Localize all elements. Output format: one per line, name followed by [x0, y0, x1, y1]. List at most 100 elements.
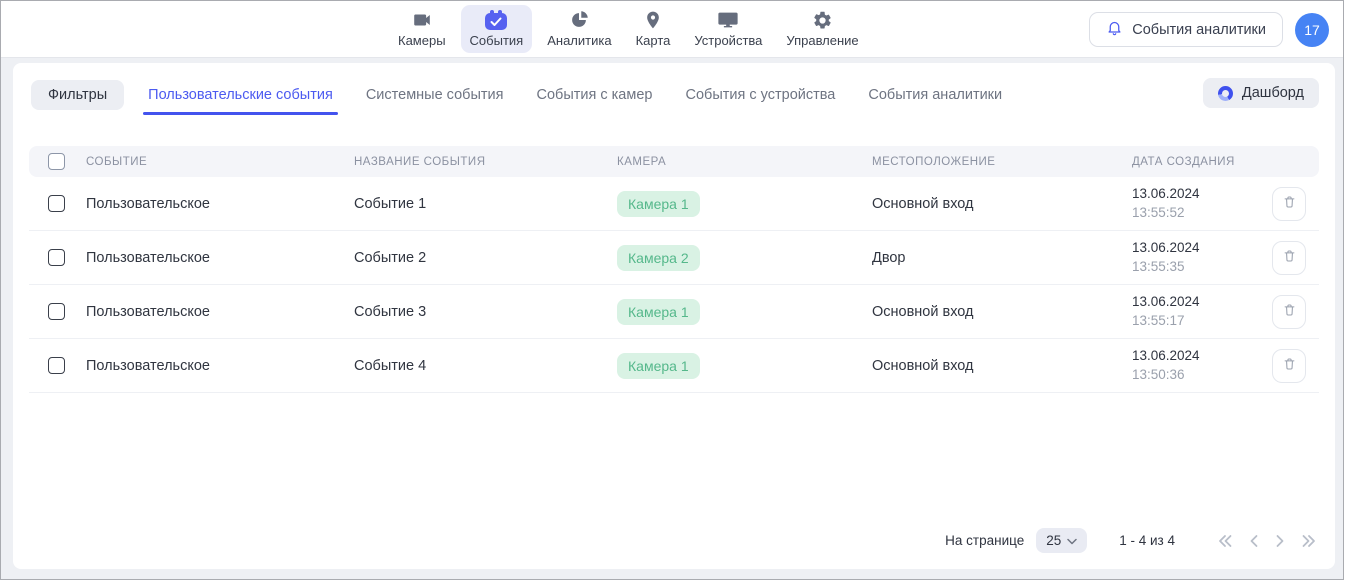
camera-badge[interactable]: Камера 2	[617, 245, 700, 271]
analytics-icon	[568, 10, 590, 30]
topbar-right: События аналитики 17	[1089, 12, 1329, 47]
event-name-cell: Событие 1	[354, 196, 617, 212]
date-value: 13.06.2024	[1132, 185, 1259, 203]
nav-label: Карта	[636, 33, 671, 48]
nav-item-analytics[interactable]: Аналитика	[538, 5, 620, 53]
dashboard-label: Дашборд	[1242, 85, 1304, 101]
camera-badge[interactable]: Камера 1	[617, 353, 700, 379]
nav-item-events[interactable]: События	[461, 5, 533, 53]
delete-row-button[interactable]	[1272, 349, 1306, 383]
camera-cell: Камера 1	[617, 299, 872, 325]
prev-page-icon[interactable]	[1249, 534, 1259, 548]
row-checkbox[interactable]	[48, 249, 65, 266]
column-header-event: СОБЫТИЕ	[86, 156, 354, 168]
column-header-name: НАЗВАНИЕ СОБЫТИЯ	[354, 156, 617, 168]
nav-label: Устройства	[694, 33, 762, 48]
avatar[interactable]: 17	[1295, 13, 1329, 47]
camera-cell: Камера 2	[617, 245, 872, 271]
nav-item-devices[interactable]: Устройства	[685, 5, 771, 53]
nav-label: События	[470, 33, 524, 48]
table-row: Пользовательское Событие 1 Камера 1 Осно…	[29, 177, 1319, 231]
events-table: СОБЫТИЕ НАЗВАНИЕ СОБЫТИЯ КАМЕРА МЕСТОПОЛ…	[29, 146, 1319, 393]
location-cell: Основной вход	[872, 196, 1132, 212]
trash-icon	[1282, 248, 1297, 267]
time-value: 13:55:17	[1132, 312, 1259, 330]
analytics-events-button[interactable]: События аналитики	[1089, 12, 1283, 47]
location-cell: Основной вход	[872, 304, 1132, 320]
settings-icon	[812, 10, 833, 30]
event-type-cell: Пользовательское	[86, 196, 354, 212]
dashboard-button[interactable]: Дашборд	[1203, 78, 1319, 108]
date-value: 13.06.2024	[1132, 347, 1259, 365]
nav-label: Управление	[786, 33, 858, 48]
tab-row: Фильтры Пользовательские события Системн…	[31, 78, 1319, 112]
date-cell: 13.06.2024 13:55:52	[1132, 185, 1259, 221]
tab-user-events[interactable]: Пользовательские события	[148, 87, 333, 103]
per-page-select[interactable]: 25	[1036, 528, 1087, 553]
camera-cell: Камера 1	[617, 353, 872, 379]
time-value: 13:55:52	[1132, 204, 1259, 222]
delete-row-button[interactable]	[1272, 241, 1306, 275]
top-bar: Камеры События	[1, 1, 1343, 58]
trash-icon	[1282, 356, 1297, 375]
time-value: 13:50:36	[1132, 366, 1259, 384]
chevron-down-icon	[1067, 533, 1077, 548]
date-value: 13.06.2024	[1132, 293, 1259, 311]
table-row: Пользовательское Событие 2 Камера 2 Двор…	[29, 231, 1319, 285]
filters-button[interactable]: Фильтры	[31, 80, 124, 110]
map-icon	[643, 10, 663, 30]
camera-badge[interactable]: Камера 1	[617, 299, 700, 325]
delete-row-button[interactable]	[1272, 295, 1306, 329]
main-nav: Камеры События	[389, 1, 868, 57]
pager-controls	[1217, 534, 1317, 548]
camera-cell: Камера 1	[617, 191, 872, 217]
last-page-icon[interactable]	[1301, 534, 1317, 548]
event-type-cell: Пользовательское	[86, 358, 354, 374]
tab-device-events[interactable]: События с устройства	[685, 87, 835, 103]
range-label: 1 - 4 из 4	[1119, 533, 1175, 548]
analytics-events-label: События аналитики	[1132, 22, 1266, 38]
nav-item-management[interactable]: Управление	[777, 5, 867, 53]
date-cell: 13.06.2024 13:50:36	[1132, 347, 1259, 383]
select-all-checkbox[interactable]	[48, 153, 65, 170]
bell-icon	[1106, 19, 1123, 41]
date-cell: 13.06.2024 13:55:35	[1132, 239, 1259, 275]
trash-icon	[1282, 302, 1297, 321]
table-header: СОБЫТИЕ НАЗВАНИЕ СОБЫТИЯ КАМЕРА МЕСТОПОЛ…	[29, 146, 1319, 177]
camera-icon	[411, 10, 433, 30]
devices-icon	[717, 10, 739, 30]
table-row: Пользовательское Событие 3 Камера 1 Осно…	[29, 285, 1319, 339]
per-page-value: 25	[1046, 533, 1061, 548]
per-page-label: На странице	[945, 533, 1024, 548]
first-page-icon[interactable]	[1217, 534, 1233, 548]
event-type-cell: Пользовательское	[86, 304, 354, 320]
location-cell: Двор	[872, 250, 1132, 266]
events-card: Фильтры Пользовательские события Системн…	[13, 63, 1335, 569]
column-header-camera: КАМЕРА	[617, 156, 872, 168]
location-cell: Основной вход	[872, 358, 1132, 374]
dashboard-icon	[1218, 86, 1233, 101]
delete-row-button[interactable]	[1272, 187, 1306, 221]
tab-system-events[interactable]: Системные события	[366, 87, 504, 103]
tabs: Пользовательские события Системные событ…	[148, 87, 1002, 103]
event-name-cell: Событие 3	[354, 304, 617, 320]
event-type-cell: Пользовательское	[86, 250, 354, 266]
row-checkbox[interactable]	[48, 303, 65, 320]
trash-icon	[1282, 194, 1297, 213]
tab-camera-events[interactable]: События с камер	[536, 87, 652, 103]
nav-item-map[interactable]: Карта	[627, 5, 680, 53]
events-icon	[484, 10, 508, 30]
date-cell: 13.06.2024 13:55:17	[1132, 293, 1259, 329]
row-checkbox[interactable]	[48, 195, 65, 212]
nav-item-cameras[interactable]: Камеры	[389, 5, 455, 53]
nav-label: Камеры	[398, 33, 446, 48]
next-page-icon[interactable]	[1275, 534, 1285, 548]
app-window: Камеры События	[0, 0, 1344, 580]
nav-label: Аналитика	[547, 33, 611, 48]
row-checkbox[interactable]	[48, 357, 65, 374]
tab-analytics-events[interactable]: События аналитики	[868, 87, 1002, 103]
pagination-bar: На странице 25 1 - 4 из 4	[945, 528, 1317, 553]
table-row: Пользовательское Событие 4 Камера 1 Осно…	[29, 339, 1319, 393]
camera-badge[interactable]: Камера 1	[617, 191, 700, 217]
event-name-cell: Событие 2	[354, 250, 617, 266]
